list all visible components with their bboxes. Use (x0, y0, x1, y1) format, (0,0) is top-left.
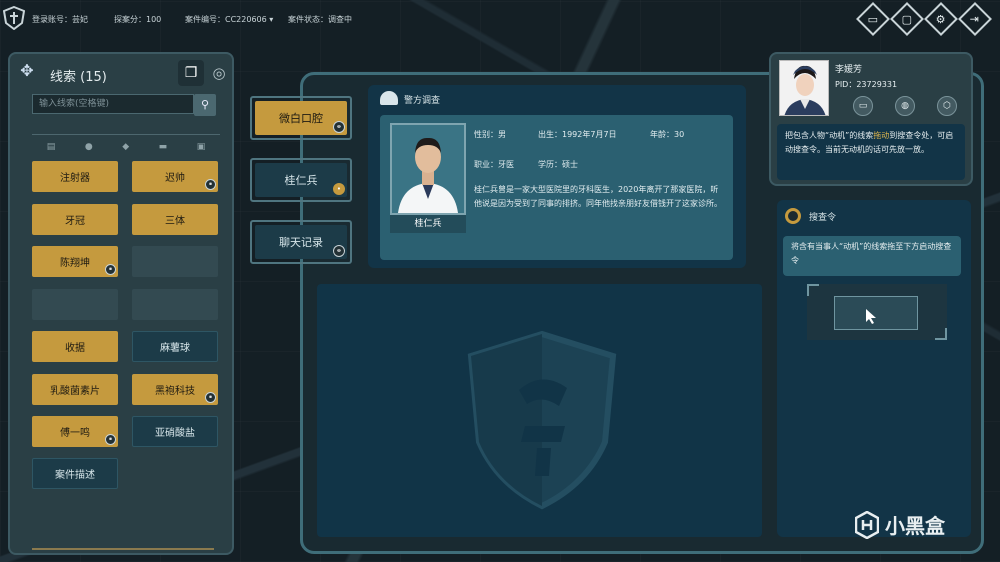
clue-panel-title: 线索 (15) (50, 70, 107, 85)
clue-card[interactable]: 牙冠 (32, 204, 118, 235)
officer-card: 李媛芳 PID：23729331 ▭ ◍ ⬡ 把包含人物“动机”的线索拖动到搜查… (769, 52, 973, 186)
divider (32, 548, 214, 550)
clue-card[interactable]: 麻薯球 (132, 331, 218, 362)
link-badge-icon: • (333, 183, 345, 195)
clue-card[interactable]: 亚硝酸盐 (132, 416, 218, 447)
clue-card[interactable]: 注射器 (32, 161, 118, 192)
note-icon[interactable]: ▣ (197, 142, 206, 152)
clue-card[interactable]: 黑袍科技 ⚭ (132, 374, 218, 405)
exit-icon[interactable]: ⇥ (958, 2, 992, 36)
clue-card[interactable]: 乳酸菌素片 (32, 374, 118, 405)
search-icon[interactable]: ⚲ (194, 94, 216, 116)
explore-score: 探案分：100 (114, 15, 162, 24)
link-badge-icon: ⚭ (205, 179, 216, 190)
clue-card[interactable]: 收据 (32, 331, 118, 362)
suspect-photo (390, 123, 466, 215)
link-badge-icon: ⚭ (105, 264, 116, 275)
avatar (779, 60, 829, 116)
officer-name: 李媛芳 (835, 65, 863, 75)
search-order-hint: 将含有当事人“动机”的线索拖至下方启动搜查令 (783, 236, 961, 276)
clue-card[interactable]: 陈翔坤 ⚭ (32, 246, 118, 277)
search-order-title: 搜查令 (809, 213, 837, 223)
tab-clinic[interactable]: 微白口腔 ⚭ (250, 96, 352, 140)
target-icon[interactable]: ◎ (206, 60, 232, 86)
link-badge-icon: ⚭ (333, 121, 345, 133)
link-badge-icon: ⚭ (105, 434, 116, 445)
tab-chat-log[interactable]: 聊天记录 ⚭ (250, 220, 352, 264)
top-bar: 登录账号：芸妃 探案分：100 案件编号：CC220606 ▾ 案件状态：调查中… (0, 0, 1000, 36)
police-report-card: 警方调查 桂仁兵 性别：男 出生：1992年7月7日 年龄：30 职业：牙医 学… (368, 85, 746, 268)
item-icon[interactable]: ▬ (159, 142, 168, 152)
corner-mark (935, 328, 947, 340)
officer-pid: PID：23729331 (835, 80, 898, 89)
evidence-board[interactable] (317, 284, 762, 537)
age-field: 年龄：30 (650, 130, 685, 139)
badge-icon[interactable]: ⬡ (937, 96, 957, 116)
police-cap-icon (380, 91, 398, 105)
person-icon[interactable]: ● (85, 142, 93, 152)
empty-clue-slot (132, 246, 218, 277)
gear-icon[interactable]: ⚙ (924, 2, 958, 36)
clue-filter-row: ▤ ● ◆ ▬ ▣ (32, 142, 220, 152)
divider (32, 134, 220, 135)
report-description: 桂仁兵曾是一家大型医院里的牙科医生，2020年离开了那家医院，听他说是因为受到了… (474, 185, 722, 208)
search-order-icon (785, 208, 801, 224)
report-body: 桂仁兵 性别：男 出生：1992年7月7日 年龄：30 职业：牙医 学历：硕士 … (380, 115, 733, 260)
corner-mark (807, 284, 819, 296)
clue-panel-icon: ✥ (20, 61, 34, 80)
screen-icon[interactable]: ▢ (890, 2, 924, 36)
heybox-logo-icon (855, 510, 879, 539)
link-badge-icon: ⚭ (205, 392, 216, 403)
education-field: 学历：硕士 (538, 160, 578, 169)
watermark: 小黑盒 (855, 510, 945, 539)
officer-message: 把包含人物“动机”的线索拖动到搜查令处，可启动搜查令。当前无动机的话可先放一放。 (777, 124, 965, 180)
report-title: 警方调查 (404, 96, 441, 106)
suspect-portrait-icon (392, 125, 464, 213)
search-order-panel: 搜查令 将含有当事人“动机”的线索拖至下方启动搜查令 (777, 200, 971, 537)
police-logo-icon (3, 6, 25, 30)
document-icon[interactable]: ▤ (47, 142, 56, 152)
tab-person[interactable]: 桂仁兵 • (250, 158, 352, 202)
gender-field: 性别：男 (474, 130, 506, 139)
id-card-icon[interactable]: ▭ (856, 2, 890, 36)
case-number-select[interactable]: 案件编号：CC220606 ▾ (185, 14, 273, 25)
link-badge-icon: ⚭ (333, 245, 345, 257)
empty-clue-slot (132, 289, 218, 320)
case-status: 案件状态：调查中 (288, 15, 352, 24)
copy-icon[interactable]: ❐ (178, 60, 204, 86)
location-icon[interactable]: ◆ (122, 142, 129, 152)
profile-icon[interactable]: ◍ (895, 96, 915, 116)
clue-search-input[interactable] (32, 94, 194, 114)
pointer-icon (866, 309, 876, 324)
clue-panel: ✥ 线索 (15) ❐ ◎ ⚲ ▤ ● ◆ ▬ ▣ 注射器 迟帅⚭ 牙冠 三体 … (8, 52, 234, 555)
empty-clue-slot (32, 289, 118, 320)
clue-card[interactable]: 傅一鸣 ⚭ (32, 416, 118, 447)
account-label: 登录账号：芸妃 (32, 15, 88, 24)
birth-field: 出生：1992年7月7日 (538, 130, 617, 139)
clue-card[interactable]: 迟帅 ⚭ (132, 161, 218, 192)
suspect-name: 桂仁兵 (390, 215, 466, 233)
clue-card[interactable]: 三体 (132, 204, 218, 235)
clue-card[interactable]: 案件描述 (32, 458, 118, 489)
police-shield-icon (467, 330, 617, 510)
chat-icon[interactable]: ▭ (853, 96, 873, 116)
job-field: 职业：牙医 (474, 160, 514, 169)
